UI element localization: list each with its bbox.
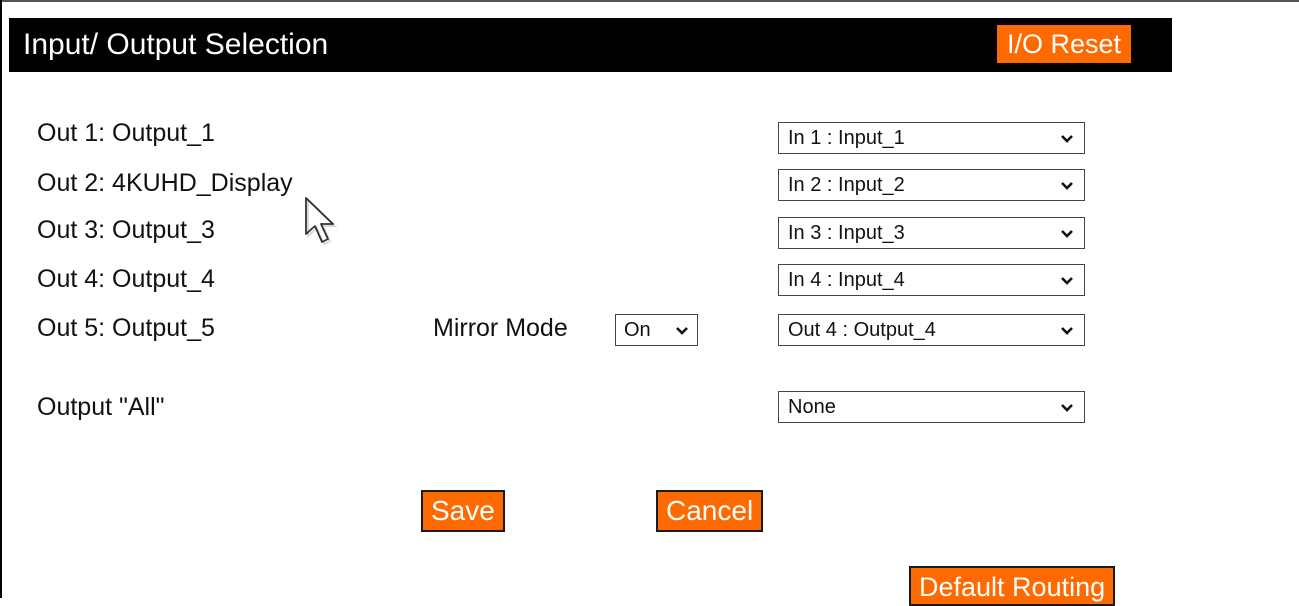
output-4-select-value: In 4 : Input_4 (788, 269, 905, 291)
output-5-select-value: Out 4 : Output_4 (788, 319, 936, 341)
output-1-label: Out 1: Output_1 (37, 119, 215, 147)
output-all-select-value: None (788, 396, 836, 418)
chevron-down-icon (1061, 230, 1073, 238)
chevron-down-icon (1061, 404, 1073, 412)
default-routing-button[interactable]: Default Routing (909, 566, 1116, 606)
section-header: Input/ Output Selection I/O Reset (9, 18, 1172, 72)
chevron-down-icon (1061, 277, 1073, 285)
io-reset-button[interactable]: I/O Reset (997, 25, 1132, 63)
save-button[interactable]: Save (421, 490, 505, 532)
cancel-button[interactable]: Cancel (656, 490, 764, 532)
output-5-label: Out 5: Output_5 (37, 314, 215, 342)
chevron-down-icon (1061, 182, 1073, 190)
output-5-select[interactable]: Out 4 : Output_4 (778, 314, 1085, 346)
chevron-down-icon (1061, 135, 1073, 143)
output-1-select-value: In 1 : Input_1 (788, 127, 905, 149)
window-left-border (0, 0, 2, 598)
window-top-border (0, 0, 1299, 2)
mirror-mode-label: Mirror Mode (433, 314, 568, 342)
output-3-select[interactable]: In 3 : Input_3 (778, 217, 1085, 249)
output-4-label: Out 4: Output_4 (37, 265, 215, 293)
output-3-label: Out 3: Output_3 (37, 216, 215, 244)
mirror-mode-select[interactable]: On (615, 314, 698, 346)
mouse-pointer-icon (305, 197, 338, 246)
chevron-down-icon (1061, 327, 1073, 335)
output-2-select[interactable]: In 2 : Input_2 (778, 169, 1085, 201)
output-2-label: Out 2: 4KUHD_Display (37, 169, 293, 197)
output-4-select[interactable]: In 4 : Input_4 (778, 264, 1085, 296)
output-3-select-value: In 3 : Input_3 (788, 222, 905, 244)
chevron-down-icon (676, 327, 688, 335)
output-2-select-value: In 2 : Input_2 (788, 174, 905, 196)
page-title: Input/ Output Selection (23, 28, 329, 61)
mirror-mode-value: On (624, 319, 651, 341)
output-all-label: Output "All" (37, 393, 165, 421)
output-all-select[interactable]: None (778, 391, 1085, 423)
output-1-select[interactable]: In 1 : Input_1 (778, 122, 1085, 154)
